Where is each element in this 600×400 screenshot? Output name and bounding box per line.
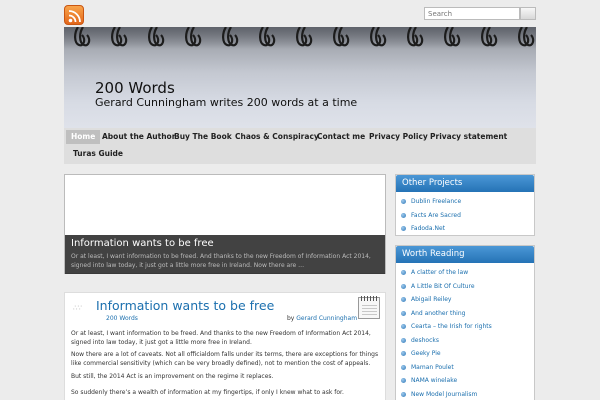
search-button[interactable] (520, 7, 536, 20)
search-input[interactable] (424, 7, 520, 20)
featured-title[interactable]: Information wants to be free (71, 238, 214, 249)
nav-item-buy-the-book[interactable]: Buy The Book (169, 130, 237, 144)
widget-link[interactable]: Abigail Reiley (396, 293, 534, 307)
widget-link[interactable]: Maman Poulet (396, 361, 534, 375)
widget-link[interactable]: deshocks (396, 334, 534, 348)
post-category-link[interactable]: 200 Words (106, 315, 138, 322)
nav-item-turas-guide[interactable]: Turas Guide (68, 147, 128, 161)
nav-item-privacy-policy[interactable]: Privacy Policy (364, 130, 433, 144)
post-title[interactable]: Information wants to be free (96, 298, 274, 313)
widget-link[interactable]: A Little Bit Of Culture (396, 280, 534, 294)
post-author-link[interactable]: Gerard Cunningham (296, 315, 357, 322)
widget-link[interactable]: Facts Are Sacred (396, 209, 534, 223)
widget-link[interactable]: NAMA winelake (396, 374, 534, 388)
featured-caption: Information wants to be free Or at least… (65, 235, 385, 274)
widget-link[interactable]: A clatter of the law (396, 266, 534, 280)
post-paragraph: So suddenly there’s a wealth of informat… (71, 389, 344, 396)
post-paragraph: Now there are a lot of caveats. Not all … (71, 351, 379, 367)
top-bar (0, 0, 600, 26)
widget-link[interactable]: Dublin Freelance (396, 195, 534, 209)
sidebar: Other Projects Dublin Freelance Facts Ar… (395, 174, 535, 400)
post-paragraph: But still, the 2014 Act is an improvemen… (71, 373, 274, 380)
widget-link[interactable]: New Model Journalism (396, 388, 534, 400)
post-byline: by Gerard Cunningham (287, 315, 357, 322)
nav-item-about-the-author[interactable]: About the Author (97, 130, 180, 144)
site-title[interactable]: 200 Words (95, 79, 175, 97)
notebook-spiral-icon (74, 27, 535, 47)
widget-worth-reading: Worth Reading A clatter of the law A Lit… (395, 245, 535, 400)
widget-title: Worth Reading (396, 246, 534, 263)
rss-feed-icon[interactable] (64, 5, 84, 25)
nav-item-chaos-conspiracy[interactable]: Chaos & Conspiracy (230, 130, 324, 144)
byline-prefix: by (287, 315, 295, 322)
site-header: 200 Words Gerard Cunningham writes 200 w… (64, 27, 536, 128)
nav-item-home[interactable]: Home (66, 130, 101, 144)
main-content: Information wants to be free Or at least… (64, 174, 386, 400)
featured-excerpt: Or at least, I want information to be fr… (71, 253, 371, 269)
widget-link[interactable]: Cearta – the Irish for rights (396, 320, 534, 334)
post-thumbnail-icon: ∴∵ (73, 304, 82, 312)
calendar-icon (358, 296, 380, 319)
main-navigation: Home About the Author Buy The Book Chaos… (64, 128, 536, 164)
widget-other-projects: Other Projects Dublin Freelance Facts Ar… (395, 174, 535, 236)
site-description: Gerard Cunningham writes 200 words at a … (95, 96, 358, 109)
widget-link[interactable]: Fadoda.Net (396, 222, 534, 236)
widget-link[interactable]: And another thing (396, 307, 534, 321)
nav-item-privacy-statement[interactable]: Privacy statement (425, 130, 512, 144)
post-article: ∴∵ Information wants to be free 200 Word… (64, 292, 386, 400)
nav-item-contact-me[interactable]: Contact me (312, 130, 370, 144)
featured-slider[interactable]: Information wants to be free Or at least… (64, 174, 386, 274)
post-paragraph: Or at least, I want information to be fr… (71, 330, 371, 346)
widget-link[interactable]: Geeky Pie (396, 347, 534, 361)
widget-title: Other Projects (396, 175, 534, 192)
